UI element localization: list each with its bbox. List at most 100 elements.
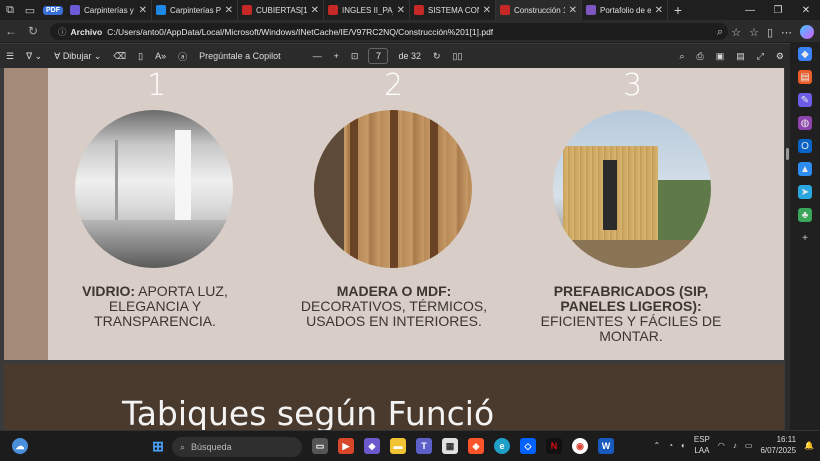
read-aloud-icon[interactable]: A» (149, 51, 172, 61)
tab-actions-icon[interactable]: ▭ (20, 0, 40, 20)
copilot-icon[interactable] (800, 25, 814, 39)
close-tab-icon[interactable]: ✕ (311, 5, 319, 16)
edge-sidebar: ◆ ▤ ✎ ◍ O ▲ ➤ ♣ + (790, 43, 820, 430)
eraser-icon[interactable]: ⌫ (107, 51, 132, 62)
workspaces-icon[interactable]: ⧉ (0, 0, 20, 20)
fullscreen-icon[interactable]: ⤢ (751, 51, 770, 62)
edge-icon[interactable]: e (494, 438, 510, 454)
pdf-badge: PDF (43, 5, 63, 15)
teams-icon[interactable]: T (416, 438, 432, 454)
weather-icon[interactable]: ☁ (12, 438, 28, 454)
collections-icon[interactable]: ☆ (749, 26, 759, 39)
settings-icon[interactable]: ⚙ (770, 51, 790, 62)
zoom-icon[interactable]: ⌕ (717, 26, 723, 39)
language-indicator[interactable]: ESP LAA (694, 434, 710, 456)
tab-favicon-icon (328, 5, 338, 15)
browser-tab[interactable]: Carpinterías y c ✕ (66, 0, 152, 20)
browser-tab[interactable]: Portafolio de e ✕ (582, 0, 668, 20)
draw-button[interactable]: ∀ Dibujar ⌄ (48, 51, 107, 62)
task-view-icon[interactable]: ▭ (312, 438, 328, 454)
browser-tab[interactable]: INGLES II_PA_A ✕ (324, 0, 410, 20)
app-icon[interactable]: ▶ (338, 438, 354, 454)
close-tab-icon[interactable]: ✕ (139, 5, 147, 16)
browser-tab[interactable]: Construcción 1 ✕ (496, 0, 582, 20)
games-icon[interactable]: ◍ (798, 116, 812, 130)
view-icon[interactable]: ▯ (132, 51, 149, 62)
close-tab-icon[interactable]: ✕ (225, 5, 233, 16)
store-icon[interactable]: ▦ (442, 438, 458, 454)
close-window-icon[interactable]: ✕ (792, 0, 820, 20)
file-explorer-icon[interactable]: ▬ (390, 438, 406, 454)
date-text: 6/07/2025 (760, 446, 797, 455)
page-number-input[interactable]: 7 (368, 48, 389, 64)
browser-tab[interactable]: Carpinterías Par ✕ (152, 0, 238, 20)
notification-icon[interactable]: 🔔 (804, 441, 814, 450)
show-hidden-icons[interactable]: ⌃ (653, 441, 660, 450)
close-tab-icon[interactable]: ✕ (655, 5, 663, 16)
caption-bold: VIDRIO: (82, 283, 136, 299)
save-icon[interactable]: ▣ (710, 51, 731, 62)
new-tab-icon[interactable]: + (668, 0, 688, 20)
glass-caption: VIDRIO: APORTA LUZ, ELEGANCIA Y TRANSPAR… (60, 284, 250, 329)
browser-tab[interactable]: CUBIERTAS[1].p ✕ (238, 0, 324, 20)
telegram-icon[interactable]: ➤ (798, 185, 812, 199)
extension-icon[interactable]: ♣ (798, 208, 812, 222)
minimize-icon[interactable]: — (736, 0, 764, 20)
glass-partition-photo (75, 110, 233, 268)
print-icon[interactable]: ⎙ (690, 51, 709, 62)
tools-icon[interactable]: ✎ (798, 93, 812, 107)
translate-icon[interactable]: ⓐ (172, 50, 193, 63)
tab-favicon-icon (70, 5, 80, 15)
tab-bar: ⧉ ▭ PDF Carpinterías y c✕Carpinterías Pa… (0, 0, 820, 20)
browser-tab[interactable]: SISTEMA CONS ✕ (410, 0, 496, 20)
item-number: 3 (623, 68, 643, 103)
network-icon[interactable]: ◔ (668, 441, 673, 450)
highlight-icon[interactable]: ∇ ⌄ (20, 51, 48, 62)
dropbox-icon[interactable]: ◇ (520, 438, 536, 454)
battery-icon[interactable]: ▭ (745, 441, 753, 450)
volume-icon[interactable]: ◐ (681, 441, 686, 450)
fit-page-icon[interactable]: ⊡ (345, 51, 365, 62)
refresh-icon[interactable]: ↻ (22, 24, 44, 38)
two-page-icon[interactable]: ▯▯ (447, 51, 469, 62)
save-as-icon[interactable]: ▤ (730, 51, 751, 62)
close-tab-icon[interactable]: ✕ (397, 5, 405, 16)
pdf-page-next: Tabiques según Funció (4, 364, 784, 430)
page-side-band (4, 68, 48, 360)
more-icon[interactable]: ⋯ (781, 26, 792, 39)
close-tab-icon[interactable]: ✕ (483, 5, 491, 16)
page-total: de 32 (398, 51, 421, 61)
favorite-icon[interactable]: ☆ (731, 26, 741, 39)
back-icon[interactable]: ← (0, 24, 22, 38)
shopping-icon[interactable]: ▤ (798, 70, 812, 84)
zoom-in-icon[interactable]: + (328, 51, 345, 61)
outlook-icon[interactable]: O (798, 139, 812, 153)
url-field[interactable]: ⓘ Archivo C:/Users/anto0/AppData/Local/M… (50, 23, 728, 40)
copilot-sidebar-icon[interactable]: ◆ (798, 47, 812, 61)
info-icon: ⓘ (58, 26, 67, 37)
search-icon[interactable]: ⌕ (673, 51, 690, 62)
copilot-app-icon[interactable]: ◆ (364, 438, 380, 454)
restore-icon[interactable]: ❐ (764, 0, 792, 20)
search-icon: ⌕ (180, 441, 186, 452)
lang-top: ESP (693, 435, 710, 444)
pdf-viewer[interactable]: 1 2 3 VIDRIO: APORTA LUZ, ELEGANCIA Y TR… (0, 68, 790, 430)
copilot-button[interactable]: Pregúntale a Copilot (193, 51, 287, 61)
netflix-icon[interactable]: N (546, 438, 562, 454)
split-screen-icon[interactable]: ▯ (767, 26, 773, 39)
add-sidebar-icon[interactable]: + (798, 231, 812, 245)
close-tab-icon[interactable]: ✕ (569, 5, 577, 16)
rotate-icon[interactable]: ↻ (427, 51, 447, 62)
brave-icon[interactable]: ◈ (468, 438, 484, 454)
chrome-icon[interactable]: ◉ (572, 438, 588, 454)
wifi-icon[interactable]: ◠ (718, 441, 725, 450)
taskbar-search[interactable]: ⌕ Búsqueda (172, 437, 302, 457)
clock[interactable]: 16:11 6/07/2025 (760, 434, 796, 456)
start-icon[interactable]: ⊞ (150, 438, 166, 454)
office-icon[interactable]: ▲ (798, 162, 812, 176)
word-icon[interactable]: W (598, 438, 614, 454)
caption-bold: PREFABRICADOS (SIP, PANELES LIGEROS): (553, 283, 709, 314)
zoom-out-icon[interactable]: — (307, 51, 328, 61)
contents-icon[interactable]: ☰ (0, 51, 20, 62)
speaker-icon[interactable]: ♪ (733, 441, 737, 450)
